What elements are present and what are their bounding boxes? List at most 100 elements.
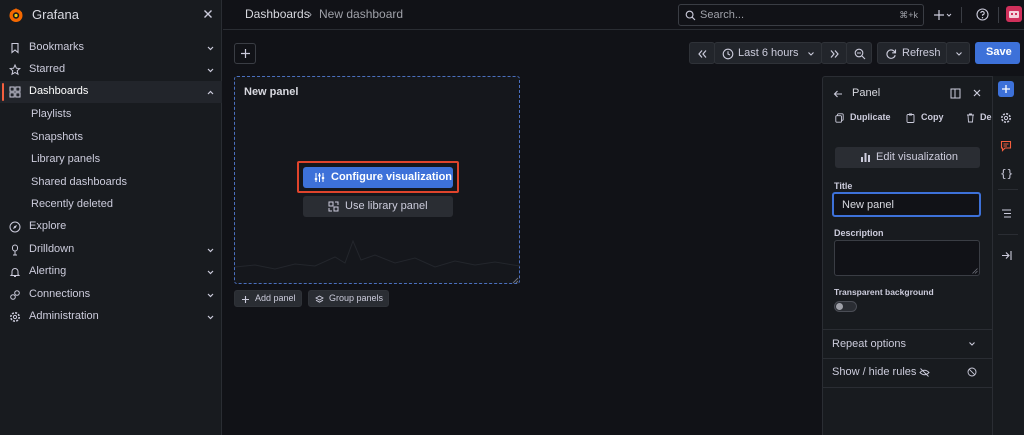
breadcrumb-separator-icon: ›: [308, 7, 312, 21]
edit-pane: Panel Duplicate Copy De Edit visualizati…: [822, 76, 993, 435]
divider: [998, 7, 999, 23]
time-range-label: Last 6 hours: [738, 47, 799, 59]
chevron-down-icon[interactable]: [206, 268, 215, 277]
grafana-logo-icon[interactable]: [8, 7, 24, 23]
bar-chart-icon: [860, 152, 871, 163]
dock-panel-icon[interactable]: [950, 88, 961, 99]
save-button[interactable]: Save: [975, 42, 1020, 64]
nav-item-explore[interactable]: Explore: [0, 216, 222, 238]
help-icon[interactable]: [976, 8, 989, 21]
sliders-icon: [314, 172, 325, 183]
new-panel-card[interactable]: New panel Configure visualization Use li…: [234, 76, 521, 284]
delete-label: De: [980, 112, 992, 122]
nav-item-starred[interactable]: Starred: [0, 59, 222, 81]
chevron-down-icon[interactable]: [206, 44, 215, 53]
use-library-panel-button[interactable]: Use library panel: [303, 196, 453, 217]
zoom-out-button[interactable]: [846, 42, 872, 64]
eye-slash-icon: [919, 367, 930, 378]
refresh-icon: [885, 48, 897, 60]
top-bar: Dashboards › New dashboard Search... ⌘+k: [223, 0, 1024, 30]
add-button[interactable]: [234, 43, 256, 64]
show-hide-rules-section[interactable]: Show / hide rules: [823, 359, 993, 387]
edit-pane-heading: Panel: [852, 87, 881, 99]
placeholder-graph: [235, 227, 521, 283]
trash-icon: [966, 113, 975, 123]
configure-visualization-button[interactable]: Configure visualization: [303, 167, 453, 188]
nav-item-dashboards[interactable]: Dashboards: [0, 81, 222, 103]
collapse-pane-icon[interactable]: [1001, 250, 1012, 261]
repeat-options-label: Repeat options: [832, 338, 906, 350]
sidebar-subitem-library-panels[interactable]: Library panels: [0, 149, 222, 171]
nav-item-administration[interactable]: Administration: [0, 306, 222, 328]
title-field-label: Title: [834, 181, 853, 191]
group-panels-button[interactable]: Group panels: [308, 290, 389, 307]
refresh-label: Refresh: [902, 47, 941, 59]
description-textarea[interactable]: [834, 240, 980, 276]
sidebar-subitem-shared-dashboards[interactable]: Shared dashboards: [0, 172, 222, 194]
duplicate-icon: [835, 113, 844, 123]
subitem-label: Library panels: [31, 153, 101, 165]
clock-icon: [722, 48, 734, 60]
search-input[interactable]: Search... ⌘+k: [678, 4, 924, 26]
nav-item-connections[interactable]: Connections: [0, 284, 222, 306]
chevron-down-icon[interactable]: [206, 313, 215, 322]
plus-icon: [241, 295, 250, 304]
nav-label: Administration: [29, 310, 99, 322]
connections-icon: [9, 289, 21, 301]
chevron-up-icon[interactable]: [206, 88, 215, 97]
close-menu-icon[interactable]: [201, 7, 215, 21]
bookmark-icon: [9, 42, 21, 54]
transparent-background-label: Transparent background: [834, 287, 934, 297]
transparent-background-toggle[interactable]: [834, 301, 857, 312]
close-icon[interactable]: [972, 88, 982, 98]
time-shift-forward-button[interactable]: [821, 42, 847, 64]
nav-item-drilldown[interactable]: Drilldown: [0, 239, 222, 261]
search-shortcut: ⌘+k: [899, 10, 918, 20]
search-placeholder: Search...: [700, 9, 745, 21]
ban-icon[interactable]: [967, 367, 977, 377]
plus-icon: [240, 48, 251, 59]
layers-icon: [315, 295, 324, 304]
chevron-down-icon[interactable]: [206, 66, 215, 75]
save-label: Save: [986, 46, 1012, 58]
add-menu-button[interactable]: [934, 8, 954, 22]
breadcrumb-dashboards[interactable]: Dashboards: [245, 7, 310, 21]
add-panel-label: Add panel: [255, 293, 296, 303]
nav-label: Starred: [29, 63, 66, 75]
nav-item-alerting[interactable]: Alerting: [0, 261, 222, 283]
duplicate-label: Duplicate: [850, 112, 891, 122]
time-shift-back-button[interactable]: [689, 42, 715, 64]
copy-label: Copy: [921, 112, 944, 122]
sidebar-subitem-snapshots[interactable]: Snapshots: [0, 127, 222, 149]
delete-button[interactable]: De: [966, 112, 992, 126]
gear-icon[interactable]: [1000, 112, 1012, 124]
time-range-picker[interactable]: Last 6 hours: [714, 42, 822, 64]
chevron-down-icon: [968, 340, 976, 348]
avatar[interactable]: [1006, 6, 1022, 22]
chevron-down-icon[interactable]: [206, 291, 215, 300]
back-arrow-icon[interactable]: [833, 89, 843, 99]
double-chevron-right-icon: [829, 49, 840, 59]
add-element-button[interactable]: [998, 81, 1014, 97]
refresh-interval-dropdown[interactable]: [946, 42, 970, 64]
search-icon: [685, 10, 696, 21]
nav-item-bookmarks[interactable]: Bookmarks: [0, 37, 222, 59]
repeat-options-section[interactable]: Repeat options: [823, 330, 993, 358]
configure-visualization-label: Configure visualization: [331, 171, 453, 183]
add-panel-button[interactable]: Add panel: [234, 290, 302, 307]
comment-icon[interactable]: [1000, 140, 1012, 152]
subitem-label: Playlists: [31, 108, 72, 120]
code-braces-icon[interactable]: {}: [1000, 167, 1013, 180]
resize-handle-icon[interactable]: [512, 277, 519, 284]
divider: [961, 7, 962, 23]
sidebar-subitem-recently-deleted[interactable]: Recently deleted: [0, 194, 222, 216]
edit-visualization-button[interactable]: Edit visualization: [835, 147, 980, 168]
title-input[interactable]: New panel: [832, 192, 981, 217]
sidebar-subitem-playlists[interactable]: Playlists: [0, 104, 222, 126]
subitem-label: Snapshots: [31, 131, 83, 143]
chevron-down-icon[interactable]: [206, 246, 215, 255]
sidebar: Grafana Bookmarks Starred Dashboards Pla…: [0, 0, 222, 435]
description-field-label: Description: [834, 228, 884, 238]
refresh-button[interactable]: Refresh: [877, 42, 947, 64]
outline-list-icon[interactable]: [1001, 208, 1012, 219]
